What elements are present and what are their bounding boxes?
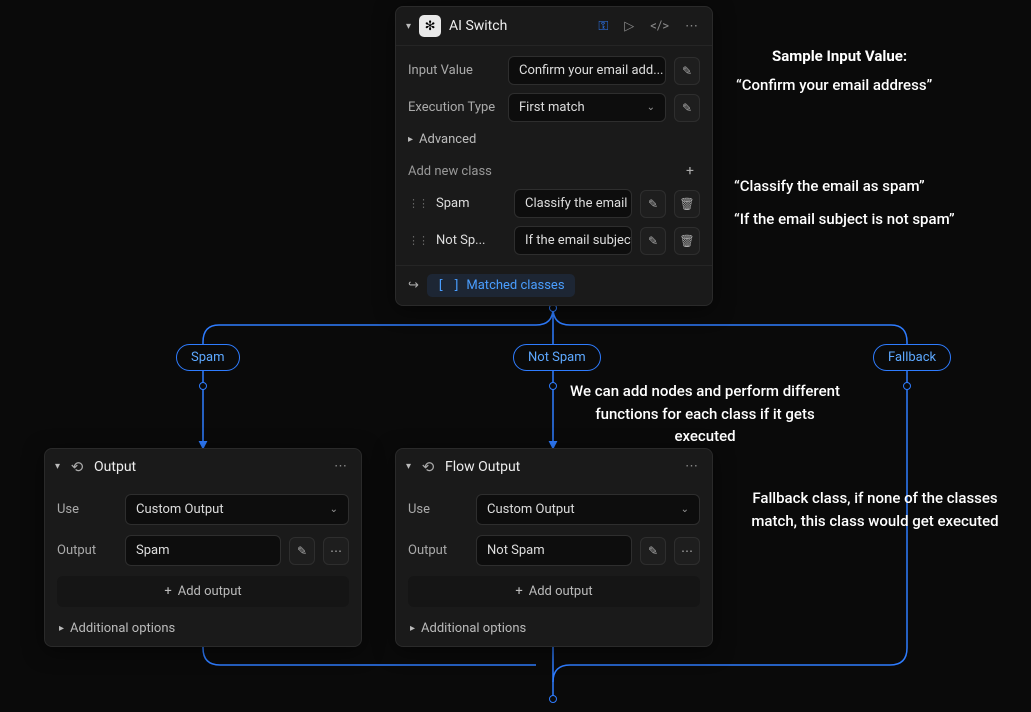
additional-options-toggle[interactable]: ▸ Additional options	[57, 617, 349, 636]
collapse-caret-icon[interactable]: ▾	[406, 461, 411, 472]
class-name: Not Sp...	[436, 233, 506, 248]
class-row-spam: ⋮⋮ Spam Classify the email ... ✎ 🗑	[408, 189, 700, 218]
input-value-label: Input Value	[408, 63, 500, 78]
annotation-sample-header: Sample Input Value:	[772, 45, 907, 68]
use-dropdown[interactable]: Custom Output ⌄	[476, 494, 700, 525]
return-icon: ↪	[408, 278, 419, 293]
annotation-fallback-hint: Fallback class, if none of the classes m…	[736, 487, 1014, 532]
exec-type-dropdown[interactable]: First match ⌄	[508, 93, 666, 122]
add-output-label: Add output	[178, 584, 242, 599]
chevron-down-icon: ⌄	[330, 504, 338, 515]
edit-input-value-button[interactable]: ✎	[674, 57, 700, 85]
drag-handle-icon[interactable]: ⋮⋮	[408, 234, 428, 247]
add-class-button[interactable]: +	[680, 161, 700, 181]
add-output-button[interactable]: + Add output	[57, 576, 349, 607]
edit-output-button[interactable]: ✎	[640, 537, 666, 565]
code-icon[interactable]: </>	[646, 17, 673, 36]
output-node: ▾ ⟲ Output ⋯ Use Custom Output ⌄ Output …	[44, 448, 362, 647]
matched-classes-label: Matched classes	[466, 278, 564, 293]
branch-label-fallback[interactable]: Fallback	[873, 344, 951, 371]
key-icon[interactable]: ⚿	[594, 17, 612, 36]
output-more-button[interactable]: ⋯	[674, 537, 700, 565]
advanced-toggle[interactable]: ▸ Advanced	[408, 130, 700, 149]
collapse-caret-icon[interactable]: ▾	[55, 461, 60, 472]
ai-icon: ✻	[419, 15, 441, 37]
exec-type-label: Execution Type	[408, 100, 500, 115]
class-row-notspam: ⋮⋮ Not Sp... If the email subject... ✎ 🗑	[408, 226, 700, 255]
output-icon: ⟲	[419, 458, 437, 476]
drag-handle-icon[interactable]: ⋮⋮	[408, 197, 428, 210]
use-label: Use	[408, 502, 468, 517]
output-icon: ⟲	[68, 458, 86, 476]
edit-class-button[interactable]: ✎	[640, 190, 666, 218]
annotation-classify-hint: “Classify the email as spam”	[734, 175, 925, 198]
additional-options-label: Additional options	[421, 621, 526, 636]
caret-right-icon: ▸	[410, 623, 415, 634]
output-more-button[interactable]: ⋯	[323, 537, 349, 565]
delete-class-button[interactable]: 🗑	[674, 227, 700, 255]
delete-class-button[interactable]: 🗑	[674, 190, 700, 218]
plus-icon: +	[515, 584, 522, 599]
plus-icon: +	[164, 584, 171, 599]
class-name: Spam	[436, 196, 506, 211]
node-title: AI Switch	[449, 18, 586, 34]
caret-right-icon: ▸	[408, 134, 413, 145]
input-value-field[interactable]: Confirm your email add...	[508, 56, 666, 85]
class-prompt-input[interactable]: If the email subject...	[514, 226, 632, 255]
additional-options-toggle[interactable]: ▸ Additional options	[408, 617, 700, 636]
branch-label-notspam[interactable]: Not Spam	[513, 344, 601, 371]
flow-output-node: ▾ ⟲ Flow Output ⋯ Use Custom Output ⌄ Ou…	[395, 448, 713, 647]
use-label: Use	[57, 502, 117, 517]
output-value-input[interactable]: Not Spam	[476, 535, 632, 566]
add-output-label: Add output	[529, 584, 593, 599]
edit-output-button[interactable]: ✎	[289, 537, 315, 565]
matched-classes-chip[interactable]: [ ] Matched classes	[427, 274, 575, 297]
add-output-button[interactable]: + Add output	[408, 576, 700, 607]
output-label: Output	[57, 543, 117, 558]
additional-options-label: Additional options	[70, 621, 175, 636]
branch-label-spam[interactable]: Spam	[176, 344, 240, 371]
chevron-down-icon: ⌄	[647, 102, 655, 113]
ai-switch-header: ▾ ✻ AI Switch ⚿ ▷ </> ⋯	[396, 7, 712, 46]
brackets-icon: [ ]	[437, 278, 460, 293]
more-icon[interactable]: ⋯	[330, 457, 351, 476]
collapse-caret-icon[interactable]: ▾	[406, 21, 411, 32]
caret-right-icon: ▸	[59, 623, 64, 634]
port-fallback-bottom[interactable]	[903, 382, 911, 390]
annotation-branch-hint: We can add nodes and perform different f…	[565, 380, 845, 448]
output-value-input[interactable]: Spam	[125, 535, 281, 566]
more-icon[interactable]: ⋯	[681, 457, 702, 476]
use-dropdown[interactable]: Custom Output ⌄	[125, 494, 349, 525]
node-title: Flow Output	[445, 459, 673, 475]
port-merge[interactable]	[549, 695, 557, 703]
node-title: Output	[94, 459, 322, 475]
port-spam-bottom[interactable]	[199, 382, 207, 390]
class-prompt-input[interactable]: Classify the email ...	[514, 189, 632, 218]
advanced-label: Advanced	[419, 132, 476, 147]
edit-class-button[interactable]: ✎	[640, 227, 666, 255]
output-label: Output	[408, 543, 468, 558]
annotation-sample-value: “Confirm your email address”	[736, 74, 932, 97]
add-class-label: Add new class	[408, 164, 492, 179]
annotation-notspam-hint: “If the email subject is not spam”	[734, 208, 955, 231]
chevron-down-icon: ⌄	[681, 504, 689, 515]
ai-switch-node: ▾ ✻ AI Switch ⚿ ▷ </> ⋯ Input Value Conf…	[395, 6, 713, 306]
run-icon[interactable]: ▷	[620, 17, 638, 36]
port-notspam-bottom[interactable]	[549, 382, 557, 390]
edit-exec-type-button[interactable]: ✎	[674, 94, 700, 122]
more-icon[interactable]: ⋯	[681, 17, 702, 36]
